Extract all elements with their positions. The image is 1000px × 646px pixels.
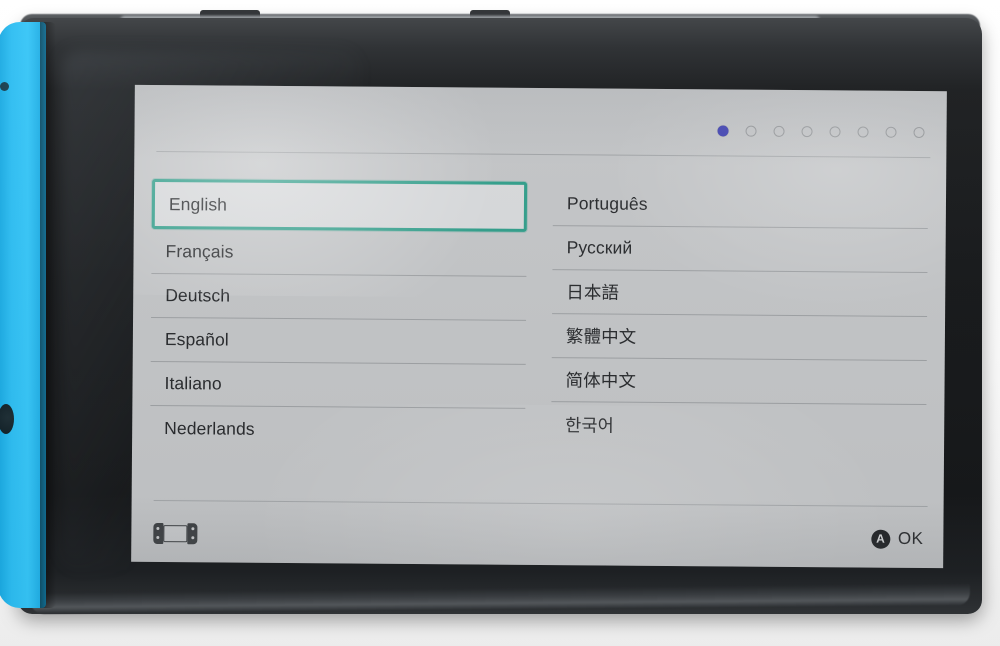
joycon-analog-stick	[0, 404, 14, 434]
language-option-label: Deutsch	[165, 285, 231, 306]
footer-divider	[153, 499, 928, 508]
language-option-label: Nederlands	[164, 417, 255, 439]
screen-footer: A OK	[131, 488, 944, 568]
language-option-label: Русский	[566, 237, 633, 258]
language-option-label: Français	[165, 241, 234, 262]
switch-lcd-screen: English Français Deutsch Español Italiano Ned…	[131, 84, 947, 569]
joycon-button-minus	[0, 82, 9, 91]
page-dot-8	[913, 126, 925, 139]
page-dot-1-active	[717, 125, 729, 137]
joycon-shadow	[40, 22, 56, 608]
header-divider	[156, 150, 931, 159]
confirm-label: OK	[897, 528, 924, 549]
language-column-right: Português Русский 日本語繁體中文简体中文 한국어	[551, 182, 929, 494]
language-list-area: English Français Deutsch Español Italiano Ned…	[132, 157, 947, 494]
language-option-label: 繁體中文	[565, 326, 637, 347]
footer-row: A OK	[153, 516, 923, 556]
confirm-button-hint[interactable]: A OK	[870, 528, 924, 549]
language-option[interactable]: 繁體中文	[551, 314, 928, 362]
page-dot-4	[801, 126, 813, 138]
language-select-screen: English Français Deutsch Español Italiano Ned…	[131, 85, 947, 568]
page-dot-2	[745, 125, 757, 137]
joycon-left-glyph	[153, 522, 164, 544]
language-option[interactable]: Italiano	[150, 361, 526, 409]
language-option[interactable]: Русский	[552, 226, 928, 274]
page-dot-7	[885, 126, 897, 138]
language-option[interactable]: 日本語	[552, 270, 928, 318]
language-option-label: 日本語	[566, 282, 620, 303]
switch-console-handheld-icon	[153, 522, 198, 544]
page-dot-5	[829, 126, 841, 138]
photo-background: English Français Deutsch Español Italiano Ned…	[0, 0, 1000, 646]
language-option[interactable]: 한국어	[551, 402, 926, 449]
language-column-left: English Français Deutsch Español Italiano Ned…	[150, 178, 528, 491]
screen-header	[134, 85, 947, 163]
language-option-label: Português	[566, 193, 648, 214]
a-button-icon: A	[870, 529, 891, 549]
language-option[interactable]: Deutsch	[151, 273, 527, 321]
page-dot-6	[857, 126, 869, 138]
language-option[interactable]: Français	[151, 229, 527, 277]
language-option[interactable]: 简体中文	[551, 358, 927, 406]
language-option-selected[interactable]: English	[151, 178, 528, 232]
language-option[interactable]: Nederlands	[150, 406, 525, 453]
language-option-label: 简体中文	[565, 370, 637, 391]
language-option[interactable]: Español	[150, 317, 527, 365]
console-screen-glyph	[163, 524, 188, 542]
language-option-label: Italiano	[164, 373, 222, 394]
language-option-label: Español	[164, 329, 229, 350]
page-indicator-dots	[717, 125, 925, 139]
language-option-label: English	[168, 193, 228, 215]
language-option[interactable]: Português	[552, 182, 929, 230]
language-option-label: 한국어	[565, 414, 614, 436]
page-dot-3	[773, 125, 785, 137]
joycon-right-glyph	[187, 522, 198, 544]
